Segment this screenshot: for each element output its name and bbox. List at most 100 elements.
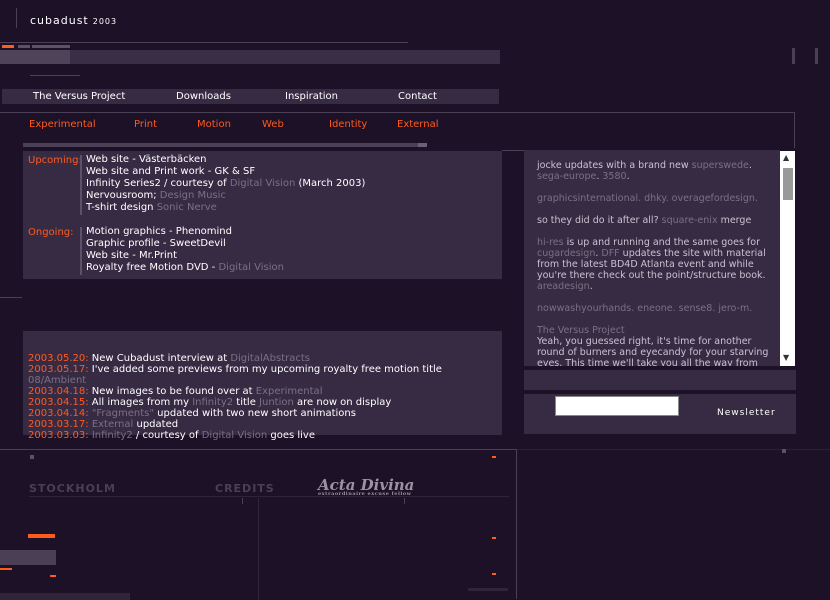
link-paragraph: so they did do it after all? square-enix… (537, 215, 769, 226)
footer-vline (258, 498, 259, 600)
nav-motion[interactable]: Motion (197, 119, 231, 130)
primary-nav: The Versus Project Downloads Inspiration… (2, 89, 499, 104)
nav-inspiration[interactable]: Inspiration (285, 91, 338, 102)
links-scrollbar[interactable]: ▲ ▼ (780, 151, 795, 366)
newsletter-input[interactable] (555, 396, 679, 416)
side-link[interactable]: The Versus Project (537, 325, 625, 336)
news-item: 2003.04.18: New images to be found over … (28, 386, 323, 397)
nav-identity[interactable]: Identity (329, 119, 367, 130)
nav-experimental[interactable]: Experimental (29, 119, 96, 130)
acta-divina-logo[interactable]: Acta Divina extraordinaire excuse fellow (318, 476, 414, 497)
side-link[interactable]: areadesign (537, 281, 590, 292)
logo-year: 2003 (92, 17, 118, 26)
footer-accent-small (0, 568, 12, 570)
list-item: T-shirt design Sonic Nerve (86, 202, 217, 213)
list-item: Motion graphics - Phenomind (86, 226, 232, 237)
side-link[interactable]: DFF (601, 248, 619, 259)
side-link[interactable]: hi-res (537, 237, 564, 248)
side-text: is up and running and the same goes for (563, 237, 760, 248)
footer-credits[interactable]: CREDITS (215, 482, 275, 495)
news-item: 2003.03.17: External updated (28, 419, 179, 430)
news-item: 2003.05.17: I've added some previews fro… (28, 364, 442, 386)
footer-accent (492, 537, 496, 539)
side-text: . (748, 160, 752, 171)
list-item: Nervousroom; Design Music (86, 190, 226, 201)
nav-contact[interactable]: Contact (398, 91, 437, 102)
upcoming-label: Upcoming: (28, 155, 82, 166)
side-link[interactable]: cugardesign (537, 248, 595, 259)
deco-bar (18, 45, 30, 48)
links-content: jocke updates with a brand new superswed… (537, 160, 769, 366)
footer-stockholm[interactable]: STOCKHOLM (29, 482, 116, 495)
links-panel[interactable]: jocke updates with a brand new superswed… (524, 150, 780, 366)
deco-line (502, 150, 524, 151)
footer-accent (492, 456, 496, 458)
list-item: Graphic profile - SweetDevil (86, 238, 226, 249)
nav-web[interactable]: Web (262, 119, 284, 130)
newsletter-button[interactable]: Newsletter (717, 408, 776, 418)
footer-tick (404, 498, 405, 504)
list-item: Royalty free Motion DVD - Digital Vision (86, 262, 284, 273)
side-text: Yeah, you guessed right, it's time for a… (537, 336, 769, 366)
list-item: Web site - Mr.Print (86, 250, 178, 261)
link-paragraph: nowwashyourhands. eneone. sense8. jero-m… (537, 303, 769, 314)
scroll-up-icon[interactable]: ▲ (783, 153, 789, 162)
footer-block-bottom (0, 593, 130, 600)
logo-name: cubadust (30, 14, 89, 27)
side-text: so they did do it after all? (537, 215, 662, 226)
deco-mark (815, 48, 818, 64)
newsletter-box: Newsletter (524, 394, 796, 434)
footer-accent-bar (28, 534, 55, 538)
footer-corner (782, 449, 786, 453)
site-logo[interactable]: cubadust 2003 (30, 14, 117, 27)
ongoing-divider (80, 227, 82, 275)
side-text: merge (717, 215, 752, 226)
scroll-down-icon[interactable]: ▼ (783, 353, 789, 362)
list-item: Web site and Print work - GK & SF (86, 166, 256, 177)
nav-versus-project[interactable]: The Versus Project (33, 91, 125, 102)
nav-external[interactable]: External (397, 119, 439, 130)
side-link[interactable]: superswede (692, 160, 749, 171)
news-panel: 2003.05.20: New Cubadust interview at Di… (23, 331, 502, 441)
link-paragraph: hi-res is up and running and the same go… (537, 237, 769, 292)
nav-downloads[interactable]: Downloads (176, 91, 231, 102)
nav-underbar-end (418, 143, 427, 147)
projects-panel: Upcoming: Web site - Västerbäcken Web si… (23, 151, 502, 279)
footer-accent-small (50, 575, 56, 577)
header-band-block (0, 50, 70, 64)
scroll-thumb[interactable] (783, 168, 793, 200)
news-item: 2003.05.20: New Cubadust interview at Di… (28, 353, 310, 364)
list-item: Web site - Västerbäcken (86, 154, 207, 165)
footer-underline (29, 496, 509, 497)
side-link[interactable]: nowwashyourhands. eneone. sense8. jero-m… (537, 303, 752, 314)
link-paragraph: graphicsinternational. dhky. overageford… (537, 193, 769, 204)
links-footer-bar (524, 370, 796, 390)
news-item: 2003.04.14: "Fragments" updated with two… (28, 408, 356, 419)
link-paragraph: jocke updates with a brand new superswed… (537, 160, 769, 182)
list-item: Infinity Series2 / courtesy of Digital V… (86, 178, 366, 189)
accent-bar (2, 45, 14, 48)
deco-bar (32, 45, 70, 48)
deco-line (0, 297, 22, 298)
side-text: . (626, 171, 630, 182)
side-link[interactable]: 3580 (602, 171, 626, 182)
upcoming-divider (80, 155, 82, 215)
news-list: 2003.05.20: New Cubadust interview at Di… (28, 353, 502, 441)
nav-print[interactable]: Print (134, 119, 157, 130)
nav-rule-top (0, 112, 795, 113)
footer-tick (242, 498, 243, 504)
news-item: 2003.04.15: All images from my Infinity2… (28, 397, 392, 408)
side-text: jocke updates with a brand new (537, 160, 692, 171)
side-link[interactable]: square-enix (662, 215, 718, 226)
ongoing-label: Ongoing: (28, 227, 74, 238)
nav-rule-right (794, 112, 795, 148)
footer-rule (0, 449, 516, 450)
side-link[interactable]: sega-europe (537, 171, 596, 182)
link-paragraph: The Versus Project Yeah, you guessed righ… (537, 325, 769, 366)
footer-divider (516, 449, 517, 599)
footer-corner (30, 455, 34, 459)
side-link[interactable]: graphicsinternational. dhky. overageford… (537, 193, 758, 204)
side-text: . (589, 281, 593, 292)
nav-underbar (23, 143, 427, 147)
footer-block-bottom (468, 588, 508, 591)
